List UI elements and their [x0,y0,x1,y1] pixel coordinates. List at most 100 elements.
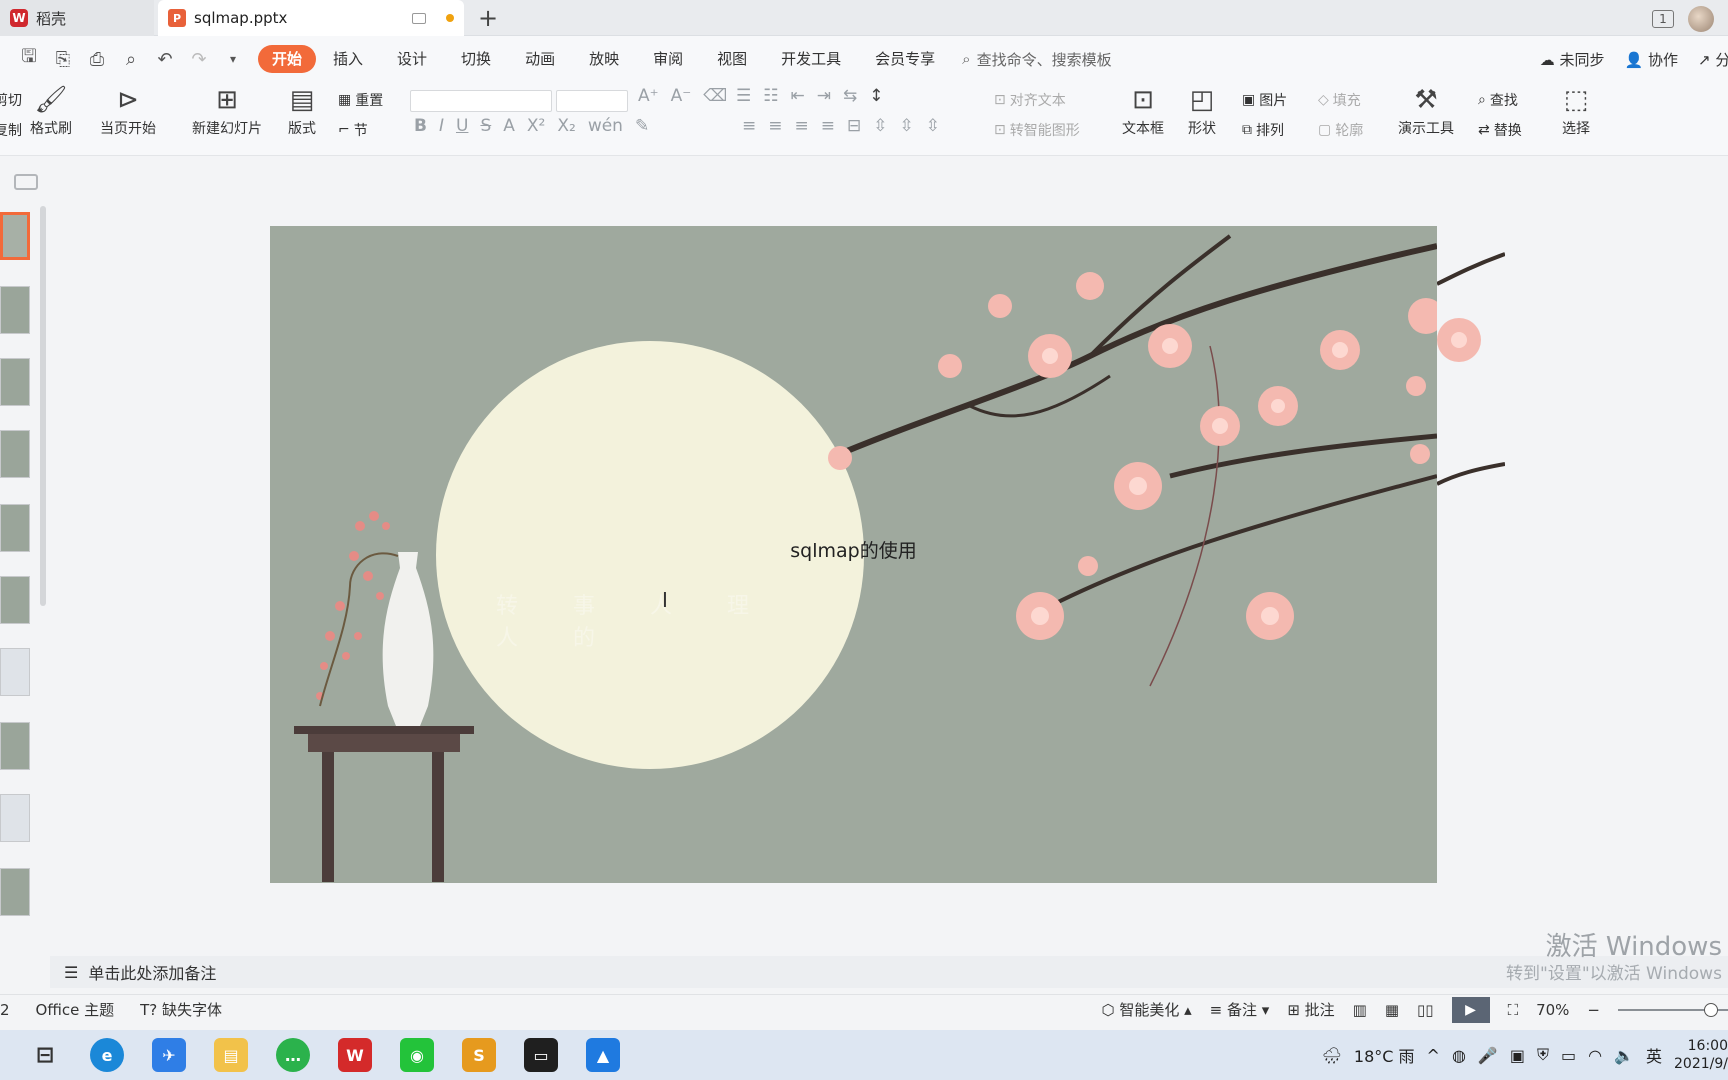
section-button[interactable]: ⌐ 节 [338,120,368,140]
zoom-out-icon[interactable]: − [1587,1001,1600,1019]
reset-button[interactable]: ▦ 重置 [338,90,383,110]
normal-view-icon[interactable]: ▥ [1353,1001,1367,1019]
terminal-icon[interactable]: ▭ [524,1038,558,1072]
avatar[interactable] [1688,6,1714,32]
grow-font-icon[interactable]: A⁺ [638,86,659,106]
select-button[interactable]: ⬚ 选择 [1562,84,1590,138]
align-left-icon[interactable]: ≡ [742,116,756,136]
sorter-view-icon[interactable]: ▦ [1385,1001,1399,1019]
textbox-button[interactable]: ⊡ 文本框 [1122,84,1164,138]
tab-insert[interactable]: 插入 [316,45,380,73]
missing-font-button[interactable]: T? 缺失字体 [140,999,222,1020]
font-color-icon[interactable]: A [503,116,515,136]
decrease-indent-icon[interactable]: ⇤ [791,86,805,106]
tab-design[interactable]: 设计 [380,45,444,73]
zoom-level[interactable]: 70% [1536,1001,1569,1019]
slide-title-text[interactable]: sqlmap的使用 [270,536,1437,563]
sublime-text-icon[interactable]: S [462,1038,496,1072]
reading-view-icon[interactable]: ▯▯ [1417,1001,1434,1019]
fill-button[interactable]: ◇ 填充 [1318,90,1361,110]
clear-format-icon[interactable]: ⌫ [703,86,727,106]
tab-review[interactable]: 审阅 [636,45,700,73]
picture-button[interactable]: ▣ 图片 [1242,90,1287,110]
distribute-icon[interactable]: ⊟ [847,116,861,136]
outline-button[interactable]: ▢ 轮廓 [1318,120,1363,140]
wps-office-icon[interactable]: W [338,1038,372,1072]
tab-daoke[interactable]: W 稻壳 [0,0,154,36]
outline-view-icon[interactable] [14,174,38,190]
ime-indicator[interactable]: 英 [1646,1043,1662,1067]
redo-icon[interactable]: ↷ [188,49,210,70]
new-tab-plus-icon[interactable]: + [478,4,498,32]
phonetic-icon[interactable]: wén [588,116,623,136]
slide-thumbnail-2[interactable] [0,286,30,334]
slide-thumbnail-3[interactable] [0,358,30,406]
align-center-icon[interactable]: ≡ [768,116,782,136]
tab-home[interactable]: 开始 [258,45,317,73]
clock[interactable]: 16:00 2021/9/ [1674,1037,1728,1073]
superscript-icon[interactable]: X² [527,116,545,136]
slide-thumbnail-6[interactable] [0,576,30,624]
para-spacing2-icon[interactable]: ⇳ [900,116,914,136]
thumbnail-scrollbar[interactable] [40,206,46,606]
chat-app-icon[interactable]: … [276,1038,310,1072]
numbering-icon[interactable]: ☷ [763,86,778,106]
print-icon[interactable]: ⎙ [86,49,108,70]
replace-button[interactable]: ⇄ 替换 [1478,120,1522,140]
arrange-button[interactable]: ⧉ 排列 [1242,120,1284,140]
tab-view[interactable]: 视图 [700,45,764,73]
layout-button[interactable]: ▤ 版式 [288,84,316,138]
subscript-icon[interactable]: X₂ [557,116,575,136]
export-pdf-icon[interactable]: ⎘ [52,49,74,70]
zoom-slider-knob[interactable] [1704,1002,1718,1017]
font-name-select[interactable] [410,90,552,112]
italic-icon[interactable]: I [439,116,444,136]
monitor-icon[interactable] [412,12,426,24]
sync-status-button[interactable]: ☁ 未同步 [1540,49,1605,70]
tab-developer[interactable]: 开发工具 [764,45,858,73]
volume-icon[interactable]: 🔈 [1614,1046,1634,1065]
undo-icon[interactable]: ↶ [154,49,176,70]
notes-bar[interactable]: ☰ 单击此处添加备注 [50,956,1728,988]
fit-window-icon[interactable]: ⛶ [1508,1001,1519,1019]
slide-thumbnail-5[interactable] [0,504,30,552]
edge-browser-icon[interactable]: e [90,1038,124,1072]
chevron-up-icon[interactable]: ^ [1427,1046,1440,1065]
slide-thumbnail-8[interactable] [0,722,30,770]
slide-canvas[interactable]: sqlmap的使用 转 事 人 理 人 的 I [270,226,1437,883]
screenshot-icon[interactable]: ▣ [1510,1046,1525,1065]
tab-member[interactable]: 会员专享 [858,45,952,73]
smart-beautify-button[interactable]: ⬡ 智能美化 ▴ [1101,999,1191,1020]
tab-slideshow[interactable]: 放映 [572,45,636,73]
zoom-slider[interactable] [1618,1002,1728,1017]
microphone-icon[interactable]: 🎤 [1478,1046,1498,1065]
cut-button[interactable]: 剪切 [0,90,22,110]
bullets-icon[interactable]: ☰ [736,86,751,106]
shape-button[interactable]: ◰ 形状 [1188,84,1216,138]
collaborate-button[interactable]: 👤 协作 [1625,49,1678,70]
shrink-font-icon[interactable]: A⁻ [671,86,692,106]
underline-icon[interactable]: U [456,116,468,136]
tray-app-icon[interactable]: ◍ [1452,1046,1466,1065]
wechat-icon[interactable]: ◉ [400,1038,434,1072]
increase-indent-icon[interactable]: ⇥ [817,86,831,106]
font-size-select[interactable] [556,90,628,112]
theme-name[interactable]: Office 主题 [36,999,115,1020]
play-from-current-button[interactable]: ⊳ 当页开始 [100,84,156,138]
slideshow-play-button[interactable]: ▶ [1451,996,1490,1023]
align-text-button[interactable]: ⊡ 对齐文本 [994,90,1066,110]
comments-button[interactable]: ⊞ 批注 [1287,999,1334,1020]
find-button[interactable]: ⌕ 查找 [1478,90,1518,110]
power-icon[interactable]: ▭ [1561,1046,1576,1065]
slide-thumbnail-4[interactable] [0,430,30,478]
tab-sqlmap-pptx[interactable]: P sqlmap.pptx [158,0,464,36]
photos-app-icon[interactable]: ▲ [586,1038,620,1072]
justify-icon[interactable]: ≡ [821,116,835,136]
text-direction-icon[interactable]: ⇆ [843,86,857,106]
new-slide-button[interactable]: ⊞ 新建幻灯片 [192,84,262,138]
feishu-icon[interactable]: ✈ [152,1038,186,1072]
slide-thumbnail-1[interactable] [0,212,30,260]
slide-thumbnail-7[interactable] [0,648,30,696]
wifi-icon[interactable]: ◠ [1588,1046,1602,1065]
window-count-badge[interactable]: 1 [1652,10,1674,28]
